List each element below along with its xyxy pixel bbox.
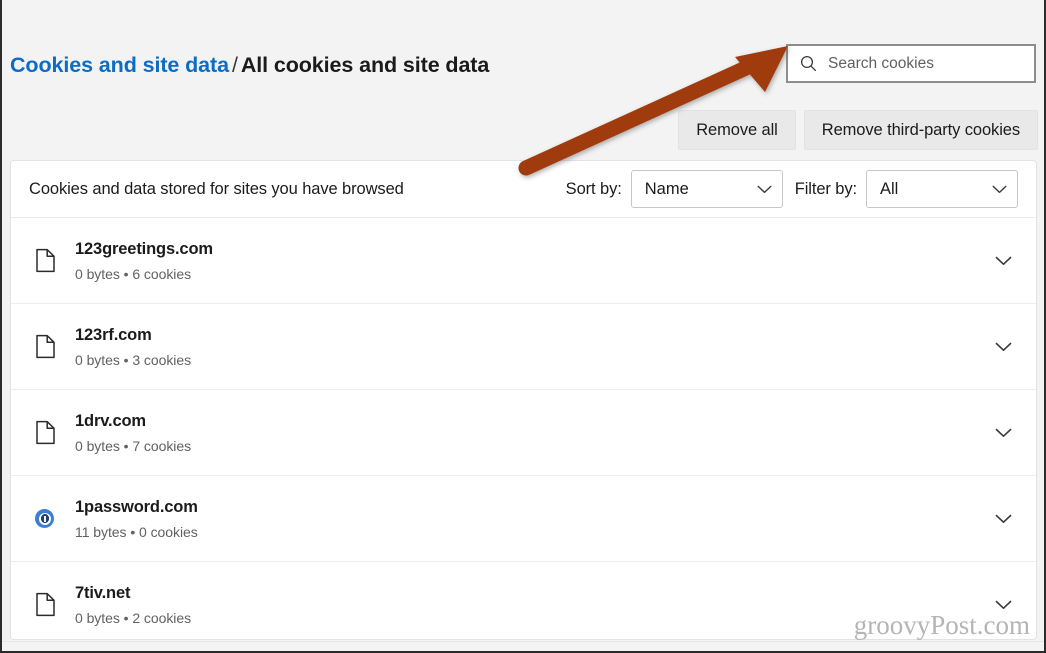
breadcrumb: Cookies and site data / All cookies and si…: [10, 48, 489, 82]
sort-by-label: Sort by:: [565, 179, 622, 198]
header-actions: Remove all Remove third-party cookies: [678, 110, 1038, 150]
site-details: 0 bytes • 2 cookies: [75, 609, 192, 626]
site-details: 0 bytes • 3 cookies: [75, 351, 192, 368]
chevron-down-icon[interactable]: [995, 342, 1018, 352]
site-name: 1password.com: [75, 497, 198, 516]
remove-third-party-cookies-button[interactable]: Remove third-party cookies: [803, 110, 1038, 150]
site-list: 123greetings.com 0 bytes • 6 cookies 123rf…: [11, 218, 1036, 639]
cookies-list-card: Cookies and data stored for sites you ha…: [10, 160, 1037, 640]
site-name: 123greetings.com: [75, 239, 213, 258]
cookies-settings-page: Cookies and site data / All cookies and si…: [0, 0, 1046, 653]
1password-favicon: [29, 509, 75, 528]
bottom-divider: [2, 641, 1044, 642]
document-icon: [29, 334, 75, 359]
site-details: 0 bytes • 7 cookies: [75, 437, 192, 454]
breadcrumb-separator: /: [231, 53, 238, 77]
filter-by-select[interactable]: All: [866, 170, 1018, 208]
document-icon: [29, 248, 75, 273]
chevron-down-icon[interactable]: [995, 600, 1018, 610]
page-header: Cookies and site data / All cookies and si…: [2, 0, 1044, 160]
filter-by-label: Filter by:: [794, 179, 857, 198]
site-name: 1drv.com: [75, 411, 146, 430]
site-details: 0 bytes • 6 cookies: [75, 265, 192, 282]
document-icon: [29, 592, 75, 617]
chevron-down-icon[interactable]: [995, 428, 1018, 438]
chevron-down-icon: [757, 185, 772, 194]
sort-by-group: Sort by: Name: [566, 170, 783, 208]
list-header-title: Cookies and data stored for sites you ha…: [29, 179, 404, 198]
chevron-down-icon[interactable]: [995, 514, 1018, 524]
watermark: groovyPost.com: [853, 610, 1030, 640]
table-row[interactable]: 1drv.com 0 bytes • 7 cookies: [11, 390, 1036, 476]
chevron-down-icon: [992, 185, 1007, 194]
search-icon: [788, 55, 828, 72]
search-input[interactable]: [828, 54, 1018, 73]
list-header-controls: Sort by: Name Filter by: All: [566, 170, 1018, 208]
breadcrumb-parent-link[interactable]: Cookies and site data: [10, 53, 229, 77]
site-name: 123rf.com: [75, 325, 152, 344]
sort-by-value: Name: [644, 179, 689, 198]
list-header: Cookies and data stored for sites you ha…: [11, 161, 1036, 218]
table-row[interactable]: 123rf.com 0 bytes • 3 cookies: [11, 304, 1036, 390]
site-details: 11 bytes • 0 cookies: [75, 523, 198, 540]
chevron-down-icon[interactable]: [995, 256, 1018, 266]
table-row[interactable]: 123greetings.com 0 bytes • 6 cookies: [11, 218, 1036, 304]
remove-all-button[interactable]: Remove all: [678, 110, 796, 150]
filter-by-value: All: [880, 179, 899, 198]
document-icon: [29, 420, 75, 445]
sort-by-select[interactable]: Name: [630, 170, 783, 208]
search-box[interactable]: [786, 44, 1036, 83]
breadcrumb-current: All cookies and site data: [240, 53, 490, 77]
site-name: 7tiv.net: [75, 583, 131, 602]
table-row[interactable]: 1password.com 11 bytes • 0 cookies: [11, 476, 1036, 562]
filter-by-group: Filter by: All: [795, 170, 1018, 208]
